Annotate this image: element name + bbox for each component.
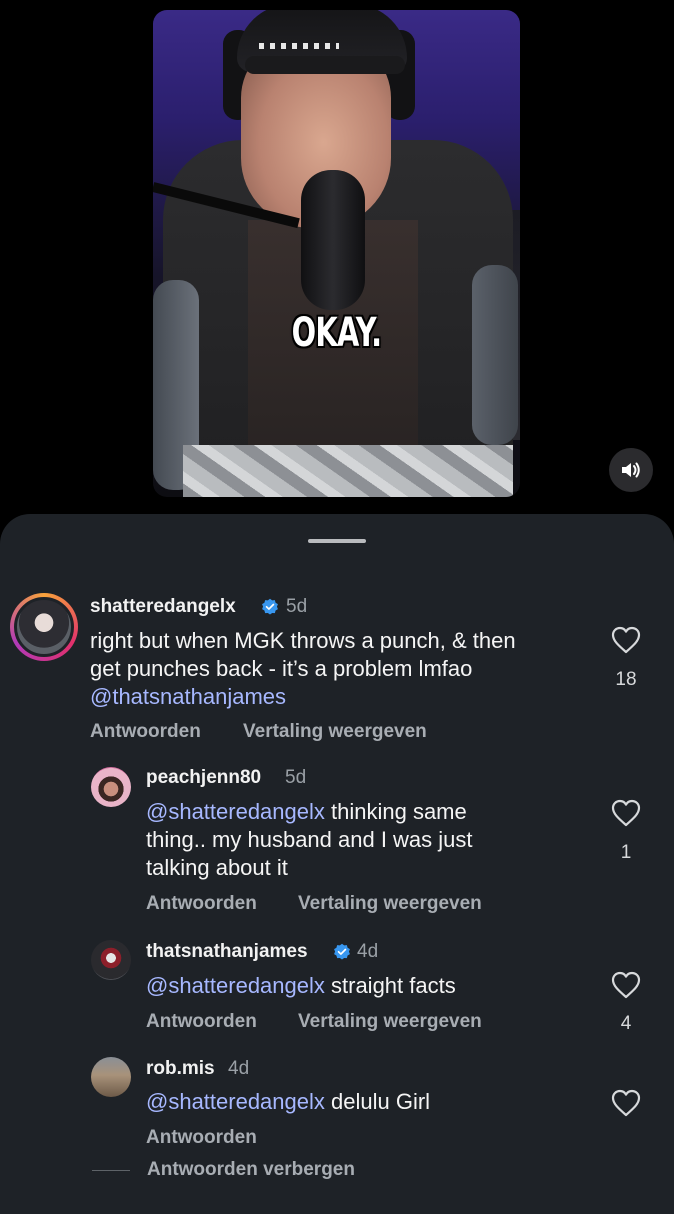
translate-button[interactable]: Vertaling weergeven [298, 1011, 482, 1033]
comment-text-line: right but when MGK throws a punch, & the… [90, 628, 516, 653]
translate-button[interactable]: Vertaling weergeven [243, 721, 427, 743]
comment-text-line: get punches back - it’s a problem lmfao [90, 656, 473, 681]
comment-timestamp: 4d [228, 1058, 250, 1079]
video-caption: OKAY. [291, 310, 382, 356]
like-heart-icon[interactable] [611, 626, 641, 654]
video-cap-pattern [259, 43, 339, 49]
comment-mention-link[interactable]: @thatsnathanjames [90, 683, 516, 711]
hide-replies-button[interactable]: Antwoorden verbergen [147, 1159, 355, 1181]
reply-button[interactable]: Antwoorden [146, 1127, 257, 1149]
comment-mention-link[interactable]: @shatteredangelx [146, 799, 325, 824]
comment-text: @shatteredangelx thinking same thing.. m… [146, 798, 473, 882]
video-microphone [301, 170, 365, 310]
like-heart-icon[interactable] [611, 1089, 641, 1117]
video-player[interactable]: OKAY. [153, 10, 520, 497]
comment-text-line: talking about it [146, 855, 288, 880]
comment-timestamp: 5d [285, 767, 307, 788]
comment-username[interactable]: peachjenn80 [146, 767, 261, 789]
verified-badge-icon [262, 598, 278, 615]
comment-username[interactable]: rob.mis [146, 1058, 215, 1080]
avatar[interactable] [91, 767, 131, 807]
comment-text-line: thinking same [324, 799, 467, 824]
comment-text: @shatteredangelx delulu Girl [146, 1088, 430, 1116]
comment-text-line: thing.. my husband and I was just [146, 827, 473, 852]
comment-username[interactable]: thatsnathanjames [146, 941, 308, 963]
comment-text: @shatteredangelx straight facts [146, 972, 456, 1000]
comment-mention-link[interactable]: @shatteredangelx [146, 973, 325, 998]
comment-text-line: delulu Girl [324, 1089, 431, 1114]
like-count: 4 [620, 1013, 632, 1034]
mute-button[interactable] [609, 448, 653, 492]
video-person-pants [183, 445, 513, 497]
like-count: 1 [620, 842, 632, 863]
avatar[interactable] [10, 593, 78, 661]
sheet-grabber-handle[interactable] [308, 539, 366, 543]
speaker-icon [622, 462, 640, 478]
comment-username[interactable]: shatteredangelx [90, 596, 236, 618]
comment-mention-link[interactable]: @shatteredangelx [146, 1089, 325, 1114]
reply-button[interactable]: Antwoorden [146, 893, 257, 915]
video-cap-brim [245, 56, 405, 74]
reply-button[interactable]: Antwoorden [90, 721, 201, 743]
comment-timestamp: 4d [357, 941, 379, 962]
avatar[interactable] [91, 1057, 131, 1097]
verified-badge-icon [334, 943, 350, 960]
replies-divider-line [92, 1170, 130, 1171]
avatar[interactable] [91, 940, 131, 980]
like-count: 18 [615, 669, 637, 690]
like-heart-icon[interactable] [611, 971, 641, 999]
comment-timestamp: 5d [286, 596, 308, 617]
comment-text-line: straight facts [324, 973, 456, 998]
avatar-image [14, 597, 74, 657]
comment-text: right but when MGK throws a punch, & the… [90, 627, 516, 711]
reply-button[interactable]: Antwoorden [146, 1011, 257, 1033]
translate-button[interactable]: Vertaling weergeven [298, 893, 482, 915]
video-person-arm-right [472, 265, 518, 445]
like-heart-icon[interactable] [611, 799, 641, 827]
